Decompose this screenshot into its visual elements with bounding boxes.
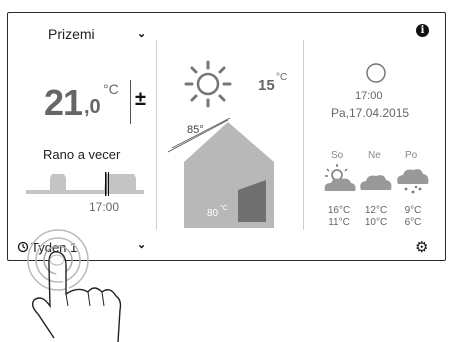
forecast-2-high: 12°C [364, 205, 388, 216]
chevron-down-icon[interactable]: ⌄ [137, 27, 146, 40]
roof-angle-label: 85° [187, 124, 204, 136]
water-temperature: 80 [207, 208, 219, 219]
forecast-3-temps: 9°C 6°C [396, 205, 430, 229]
water-temperature-unit: °C [220, 205, 228, 212]
cloud-icon [360, 175, 392, 190]
clock-icon [366, 63, 386, 83]
column-divider-left [156, 40, 157, 230]
outside-temperature-unit: °C [276, 72, 288, 83]
clock-time: 17:00 [355, 90, 383, 102]
forecast-1-high: 16°C [327, 205, 351, 216]
temperature-adjust-button[interactable]: ± [135, 88, 146, 111]
schedule-timeline[interactable] [26, 170, 144, 198]
forecast-3-high: 9°C [404, 205, 422, 216]
rain-cloud-icon [397, 169, 429, 194]
forecast-1-low: 11°C [328, 217, 350, 228]
house-illustration [168, 118, 274, 228]
forecast-3-low: 6°C [404, 217, 422, 228]
forecast-2-temps: 12°C 10°C [359, 205, 393, 229]
forecast-2-low: 10°C [364, 217, 388, 228]
partly-sunny-icon [324, 164, 356, 191]
room-temperature-unit: °C [103, 81, 119, 97]
column-divider-right [303, 40, 304, 230]
schedule-time: 17:00 [89, 200, 120, 214]
room-temperature-integer: 21 [44, 82, 83, 123]
schedule-name: Rano a vecer [43, 147, 121, 162]
forecast-day-1: So [331, 150, 344, 161]
zone-selector-label[interactable]: Prizemi [48, 26, 95, 42]
forecast-day-2: Ne [368, 150, 381, 161]
info-icon[interactable]: i [416, 24, 429, 37]
schedule-cursor [105, 172, 107, 196]
gear-icon[interactable]: ⚙ [415, 238, 428, 256]
outside-temperature: 15 [258, 77, 275, 94]
adjust-divider [130, 80, 131, 124]
forecast-day-3: Po [405, 150, 418, 161]
sun-icon [184, 60, 232, 108]
clock-date: Pa,17.04.2015 [331, 106, 410, 120]
forecast-1-temps: 16°C 11°C [322, 205, 356, 229]
chevron-down-icon[interactable]: ⌄ [137, 238, 146, 251]
hand-pointer-icon [31, 251, 122, 342]
room-temperature-decimal: ,0 [84, 96, 101, 118]
